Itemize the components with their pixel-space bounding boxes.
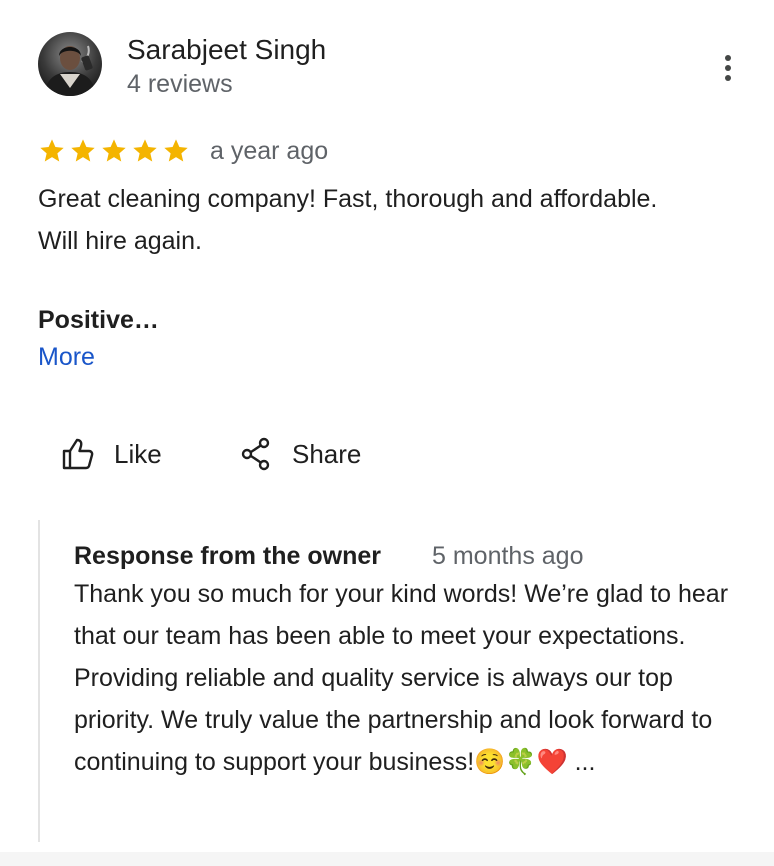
like-label: Like [114,439,162,469]
owner-response-heading: Response from the owner [74,542,381,570]
star-icon [102,139,126,162]
like-button[interactable]: Like [60,432,162,476]
star-rating [38,136,190,166]
share-label: Share [292,439,362,469]
thumb-up-icon [62,438,94,470]
more-vert-icon [725,55,731,81]
positive-highlights-label: Positive… [38,306,159,334]
star-icon [164,139,188,162]
share-icon [241,437,270,471]
more-link[interactable]: More [38,340,95,374]
owner-response-text: Thank you so much for your kind words! W… [74,580,729,776]
review-date: a year ago [210,137,329,165]
reviewer-name[interactable]: Sarabjeet Singh [127,32,326,68]
card-bottom-divider [0,852,774,866]
star-icon [40,139,64,162]
star-icon [71,139,95,162]
more-options-button[interactable] [712,52,744,84]
owner-response-date: 5 months ago [432,542,584,570]
share-button[interactable]: Share [238,432,361,476]
avatar-photo [38,32,102,96]
star-icon [133,139,157,162]
review-count: 4 reviews [127,70,233,98]
review-text: Great cleaning company! Fast, thorough a… [38,185,658,255]
owner-response: Response from the owner 5 months ago Tha… [38,520,750,842]
reviewer-avatar[interactable] [38,32,102,96]
